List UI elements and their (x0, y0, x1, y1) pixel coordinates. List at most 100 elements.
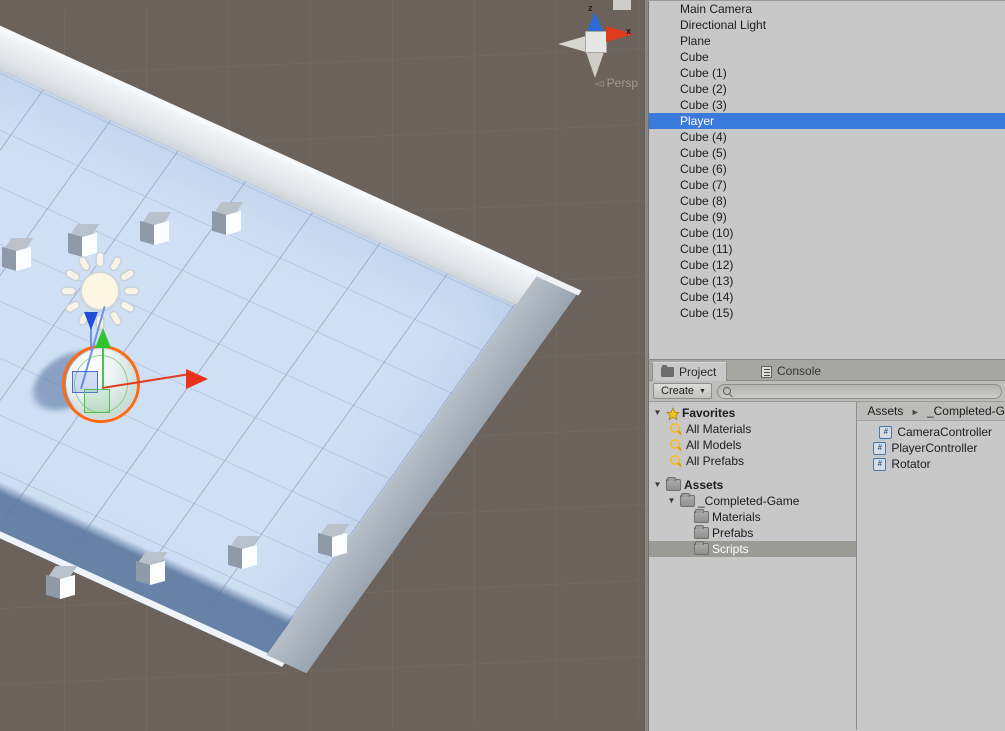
search-input[interactable] (734, 385, 986, 397)
move-gizmo-y-arrow-icon[interactable] (95, 328, 111, 348)
chevron-down-icon[interactable]: ▼ (666, 493, 677, 509)
chevron-down-icon[interactable]: ▼ (652, 405, 663, 421)
folder-icon (661, 365, 674, 377)
asset-item-cameracontroller[interactable]: # CameraController (857, 424, 1005, 440)
csharp-script-icon: # (873, 457, 887, 471)
axis-z-label: z (588, 3, 593, 13)
scene-cube[interactable] (26, 564, 78, 600)
projection-mode-label[interactable]: ◅ Persp (560, 76, 638, 90)
tree-item-label: _Completed-Game (698, 494, 800, 508)
project-toolbar: Create ▼ (649, 381, 1005, 402)
tree-item-favorites[interactable]: ▼ Favorites (649, 405, 856, 421)
tree-item-assets[interactable]: ▼ Assets (649, 477, 856, 493)
chevron-down-icon[interactable]: ▼ (652, 477, 663, 493)
hierarchy-panel[interactable]: Main Camera Directional Light Plane Cube… (648, 0, 1005, 359)
projection-mode-text: Persp (606, 76, 638, 90)
scene-cube[interactable] (120, 210, 172, 246)
star-icon (666, 406, 680, 420)
move-gizmo-y-axis[interactable] (102, 348, 104, 388)
axis-x-label: x (626, 26, 632, 36)
scene-cube[interactable] (116, 550, 168, 586)
tree-item-label: Assets (684, 478, 724, 492)
project-content-pane[interactable]: Assets ► _Completed-G # CameraController… (857, 402, 1005, 730)
asset-item-label: CameraController (897, 425, 993, 439)
tree-item-all-materials[interactable]: All Materials (649, 421, 856, 437)
tab-console[interactable]: Console (753, 362, 831, 381)
asset-item-rotator[interactable]: # Rotator (857, 456, 1005, 472)
scene-view[interactable]: z x ◅ Persp (0, 0, 645, 731)
hierarchy-item[interactable]: Cube (10) (649, 225, 1005, 241)
tree-item-prefabs[interactable]: Prefabs (649, 525, 856, 541)
hierarchy-item[interactable]: Cube (5) (649, 145, 1005, 161)
asset-list[interactable]: # CameraController # PlayerController # … (857, 421, 1005, 472)
hierarchy-item[interactable]: Cube (6) (649, 161, 1005, 177)
projection-toggle-arrow-icon[interactable]: ◅ (594, 76, 603, 90)
csharp-script-icon: # (879, 425, 893, 439)
project-folder-tree[interactable]: ▼ Favorites All Materials All Models All… (649, 402, 858, 730)
tree-item-all-models[interactable]: All Models (649, 437, 856, 453)
breadcrumb-root[interactable]: Assets (867, 404, 903, 418)
scene-cube[interactable] (208, 534, 260, 570)
axis-z-cone-icon[interactable] (586, 12, 604, 34)
tree-item-scripts[interactable]: Scripts (649, 541, 857, 557)
scene-cube[interactable] (0, 236, 34, 272)
hierarchy-item[interactable]: Cube (11) (649, 241, 1005, 257)
hierarchy-item[interactable]: Cube (14) (649, 289, 1005, 305)
hierarchy-item[interactable]: Cube (4) (649, 129, 1005, 145)
tree-item-completed-game[interactable]: ▼ _Completed-Game (649, 493, 856, 509)
folder-icon (694, 541, 709, 555)
hierarchy-item-player[interactable]: Player (649, 113, 1005, 129)
tree-item-label: Scripts (712, 542, 749, 556)
breadcrumb-current[interactable]: _Completed-G (927, 404, 1005, 418)
move-gizmo-y-plane-handle[interactable] (84, 389, 110, 413)
right-column: Main Camera Directional Light Plane Cube… (645, 0, 1005, 731)
search-field[interactable] (716, 383, 1002, 399)
asset-item-label: PlayerController (891, 441, 978, 455)
folder-icon (694, 509, 709, 523)
breadcrumb[interactable]: Assets ► _Completed-G (857, 402, 1005, 421)
axis-negative-x-cone-icon[interactable] (558, 36, 586, 52)
hierarchy-item[interactable]: Cube (13) (649, 273, 1005, 289)
project-tab-bar: Project Console (649, 360, 1005, 381)
axis-gizmo-hub[interactable] (586, 32, 606, 52)
hierarchy-item[interactable]: Cube (649, 49, 1005, 65)
hierarchy-item[interactable]: Plane (649, 33, 1005, 49)
hierarchy-item[interactable]: Cube (2) (649, 81, 1005, 97)
hierarchy-item[interactable]: Main Camera (649, 1, 1005, 17)
tree-item-label: All Prefabs (686, 454, 745, 468)
hierarchy-item[interactable]: Cube (15) (649, 305, 1005, 321)
magnifier-icon (669, 422, 683, 436)
hierarchy-item[interactable]: Cube (8) (649, 193, 1005, 209)
chevron-right-icon: ► (910, 407, 920, 417)
console-icon (761, 365, 772, 378)
hierarchy-item[interactable]: Cube (1) (649, 65, 1005, 81)
create-button[interactable]: Create ▼ (653, 383, 712, 399)
hierarchy-item[interactable]: Cube (9) (649, 209, 1005, 225)
project-body: ▼ Favorites All Materials All Models All… (649, 402, 1005, 730)
tab-project[interactable]: Project (652, 362, 728, 381)
hierarchy-item[interactable]: Cube (12) (649, 257, 1005, 273)
move-gizmo-x-arrow-icon[interactable] (186, 369, 208, 389)
magnifier-icon (669, 454, 683, 468)
tree-item-label: Favorites (682, 406, 736, 420)
player-object[interactable] (62, 306, 208, 423)
asset-item-playercontroller[interactable]: # PlayerController (857, 440, 1005, 456)
tree-item-all-prefabs[interactable]: All Prefabs (649, 453, 856, 469)
hierarchy-item[interactable]: Cube (3) (649, 97, 1005, 113)
tree-item-materials[interactable]: Materials (649, 509, 856, 525)
tree-item-label: All Materials (686, 422, 752, 436)
scene-cube[interactable] (192, 200, 244, 236)
hierarchy-item[interactable]: Cube (7) (649, 177, 1005, 193)
tree-item-label: All Models (686, 438, 742, 452)
scene-cube[interactable] (298, 522, 350, 558)
axis-negative-y-cone-icon[interactable] (586, 52, 604, 78)
folder-icon (694, 525, 709, 539)
folder-icon (680, 493, 695, 507)
create-button-label: Create (661, 384, 695, 397)
hierarchy-item[interactable]: Directional Light (649, 17, 1005, 33)
csharp-script-icon: # (873, 441, 887, 455)
tab-console-label: Console (777, 364, 822, 378)
tree-item-label: Materials (712, 510, 761, 524)
folder-icon (666, 477, 681, 491)
